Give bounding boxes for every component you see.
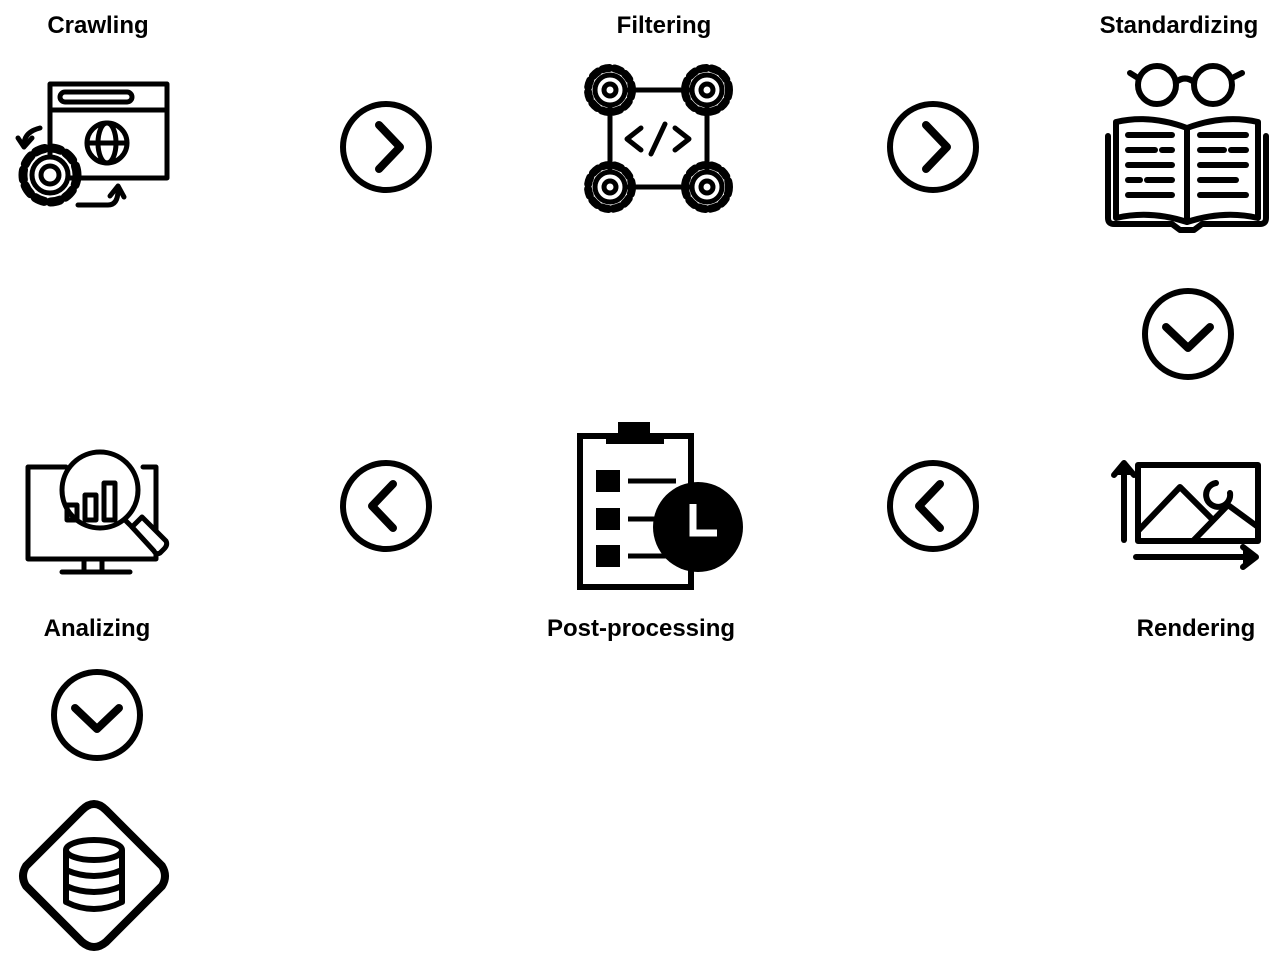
arrow-filtering-to-standardizing bbox=[886, 100, 980, 194]
chevron-left-circle-icon bbox=[887, 460, 979, 552]
database-diamond-icon bbox=[14, 798, 174, 954]
chevron-down-circle-icon bbox=[51, 669, 143, 761]
arrow-analizing-to-database bbox=[50, 668, 144, 762]
rendering-label: Rendering bbox=[1136, 615, 1256, 642]
chevron-right-circle-icon bbox=[340, 101, 432, 193]
arrow-post-processing-to-analizing bbox=[339, 459, 433, 553]
web-crawler-icon bbox=[10, 70, 180, 220]
book-glasses-icon bbox=[1100, 58, 1275, 238]
monitor-analysis-icon bbox=[18, 445, 178, 585]
arrow-rendering-to-post-processing bbox=[886, 459, 980, 553]
chevron-right-circle-icon bbox=[887, 101, 979, 193]
post-processing-label: Post-processing bbox=[546, 615, 736, 642]
analizing-label: Analizing bbox=[43, 615, 151, 642]
chevron-left-circle-icon bbox=[340, 460, 432, 552]
filtering-label: Filtering bbox=[616, 12, 712, 39]
chevron-down-circle-icon bbox=[1142, 288, 1234, 380]
crawling-label: Crawling bbox=[47, 12, 149, 39]
arrow-standardizing-to-rendering bbox=[1141, 287, 1235, 381]
clipboard-clock-icon bbox=[570, 420, 750, 592]
arrow-crawling-to-filtering bbox=[339, 100, 433, 194]
code-network-icon bbox=[575, 58, 745, 223]
image-chart-icon bbox=[1108, 455, 1268, 575]
standardizing-label: Standardizing bbox=[1099, 12, 1259, 39]
